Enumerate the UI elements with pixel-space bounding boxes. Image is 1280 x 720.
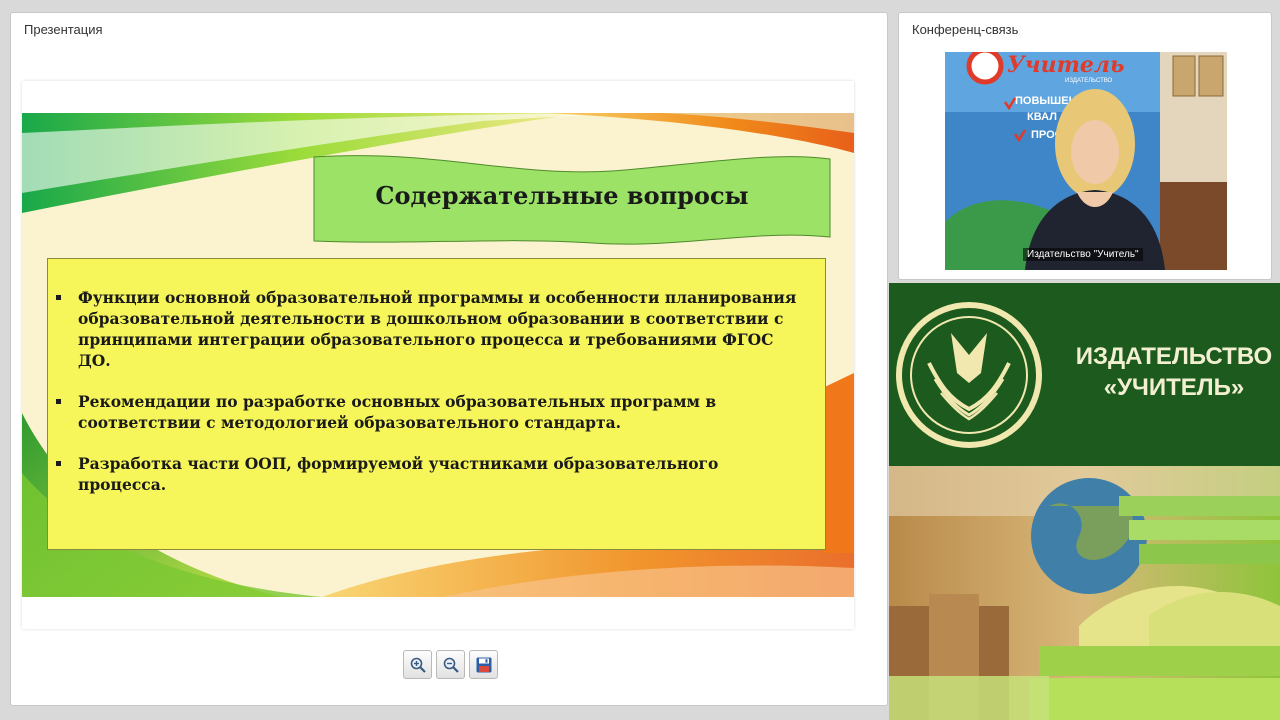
video-stream[interactable]: Учитель ИЗДАТЕЛЬСТВО ПОВЫШЕН КВАЛ ПРОФ И…	[945, 52, 1227, 270]
zoom-toolbar	[403, 650, 498, 679]
bullet-marker	[56, 295, 61, 300]
floppy-disk-icon	[476, 657, 491, 672]
backdrop-sub-text: ИЗДАТЕЛЬСТВО	[1065, 78, 1113, 84]
books-globe-illustration	[889, 466, 1280, 720]
list-item: Рекомендации по разработке основных обра…	[56, 391, 806, 433]
list-item: Функции основной образовательной програм…	[56, 287, 806, 371]
bullet-marker	[56, 461, 61, 466]
slide-content-box: Функции основной образовательной програм…	[47, 258, 826, 550]
publisher-name: ИЗДАТЕЛЬСТВО «УЧИТЕЛЬ»	[1059, 341, 1280, 403]
presentation-pod: Презентация Содержательные вопросы Функц…	[10, 12, 888, 706]
conference-pod: Конференц-связь Учитель ИЗДАТЕЛЬСТВО ПОВ…	[898, 12, 1272, 280]
presentation-pod-title: Презентация	[24, 22, 103, 37]
list-item: Разработка части ООП, формируемой участн…	[56, 453, 806, 495]
bullet-text: Разработка части ООП, формируемой участн…	[78, 454, 719, 494]
slide: Содержательные вопросы Функции основной …	[22, 113, 854, 597]
bullet-list: Функции основной образовательной програм…	[56, 287, 806, 515]
slide-viewport: Содержательные вопросы Функции основной …	[22, 81, 854, 629]
zoom-in-icon	[410, 657, 426, 673]
video-frame: Учитель ИЗДАТЕЛЬСТВО ПОВЫШЕН КВАЛ ПРОФ	[945, 52, 1227, 270]
bullet-text: Рекомендации по разработке основных обра…	[78, 392, 717, 432]
bullet-marker	[56, 399, 61, 404]
bullet-text: Функции основной образовательной програм…	[78, 288, 797, 370]
conference-pod-title: Конференц-связь	[912, 22, 1019, 37]
slide-title: Содержательные вопросы	[375, 181, 749, 210]
save-button[interactable]	[469, 650, 498, 679]
publisher-name-line2: «УЧИТЕЛЬ»	[1103, 374, 1245, 401]
backdrop-line2: КВАЛ	[1027, 111, 1057, 123]
zoom-out-icon	[443, 657, 459, 673]
zoom-in-button[interactable]	[403, 650, 432, 679]
publisher-branding: ИЗДАТЕЛЬСТВО «УЧИТЕЛЬ»	[889, 283, 1280, 466]
publisher-logo-icon	[896, 302, 1042, 448]
zoom-out-button[interactable]	[436, 650, 465, 679]
books-banner-image	[889, 466, 1280, 720]
backdrop-brand-text: Учитель	[1007, 52, 1124, 78]
publisher-name-line1: ИЗДАТЕЛЬСТВО	[1075, 343, 1273, 370]
video-caption: Издательство "Учитель"	[1023, 248, 1143, 261]
